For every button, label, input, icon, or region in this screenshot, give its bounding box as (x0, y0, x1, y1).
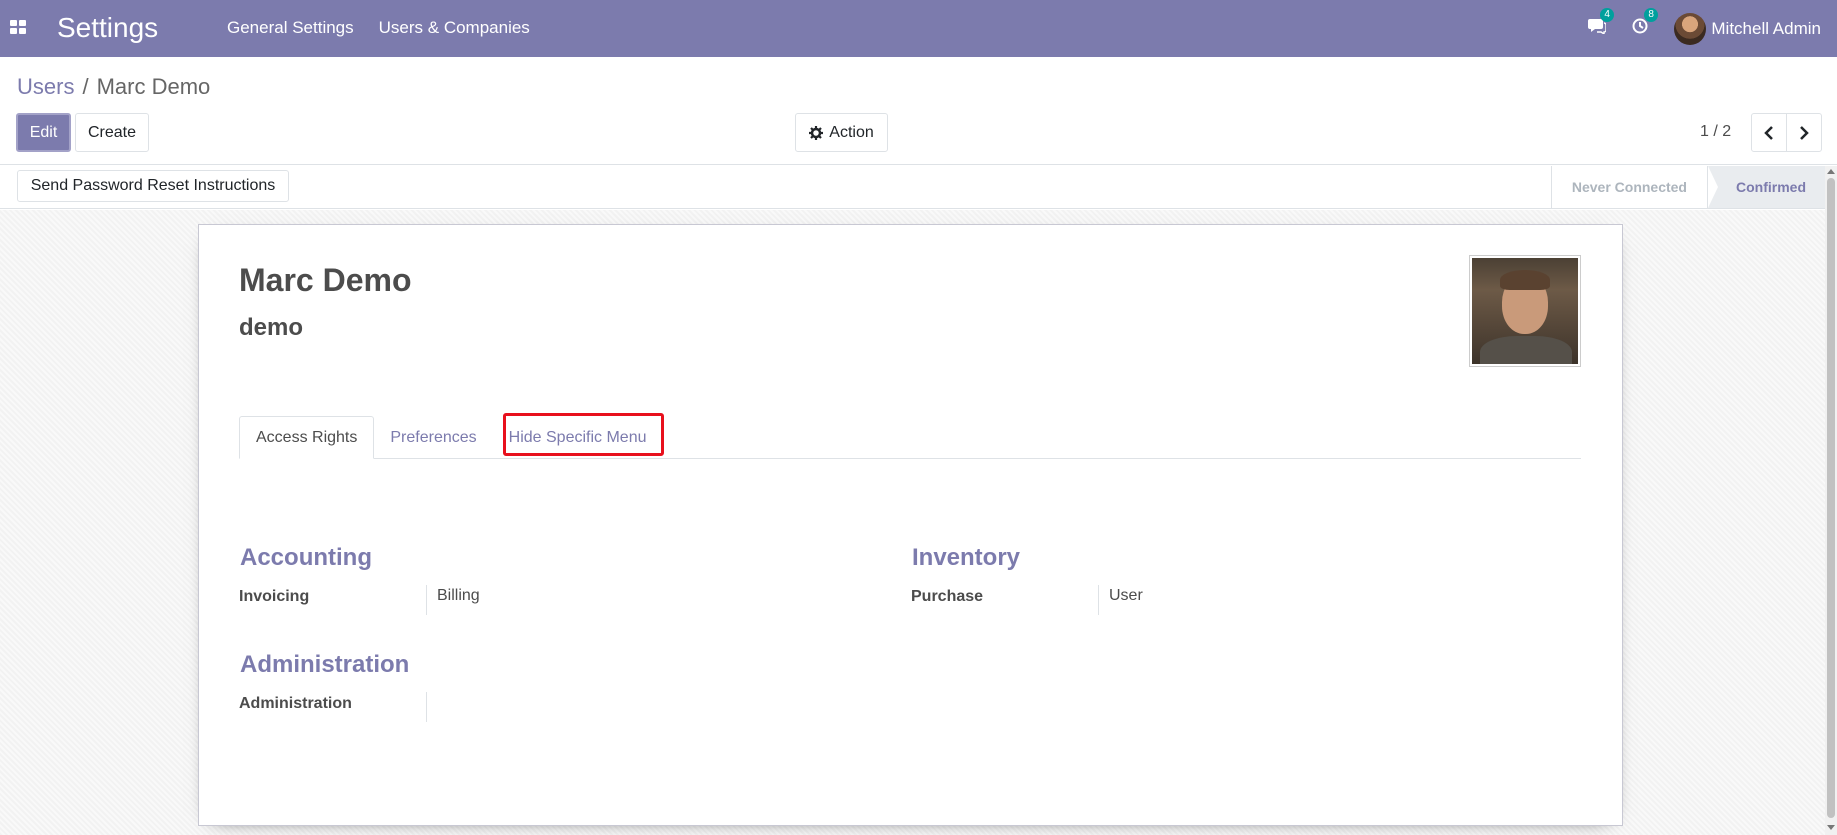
statusbar: Never Connected Confirmed (1550, 166, 1827, 208)
systray: 4 8 Mitchell Admin (1588, 0, 1821, 57)
main-menu: General Settings Users & Companies (227, 18, 530, 38)
field-label-administration: Administration (239, 695, 352, 712)
field-value-invoicing[interactable]: Billing (426, 585, 480, 615)
send-password-reset-button[interactable]: Send Password Reset Instructions (17, 170, 289, 202)
top-navbar: Settings General Settings Users & Compan… (0, 0, 1837, 57)
notebook-tabs: Access Rights Preferences Hide Specific … (239, 416, 1581, 459)
action-button[interactable]: Action (795, 113, 888, 152)
activities-count-badge: 8 (1644, 8, 1658, 22)
activity-menu[interactable]: 8 (1632, 8, 1658, 39)
user-name-field: Marc Demo (239, 262, 412, 298)
apps-grid-icon[interactable] (10, 20, 26, 34)
field-value-purchase[interactable]: User (1098, 585, 1143, 615)
user-name: Mitchell Admin (1711, 18, 1821, 38)
scroll-up-arrow-icon[interactable] (1827, 169, 1835, 174)
group-title-inventory: Inventory (912, 544, 1021, 571)
scroll-down-arrow-icon[interactable] (1827, 825, 1835, 830)
tab-hide-specific-menu[interactable]: Hide Specific Menu (493, 416, 663, 459)
user-menu[interactable]: Mitchell Admin (1674, 12, 1821, 45)
scrollbar-thumb[interactable] (1827, 178, 1835, 818)
field-label-purchase: Purchase (911, 588, 984, 605)
pager-value[interactable]: 1 / 2 (1700, 123, 1731, 141)
stage-never-connected[interactable]: Never Connected (1550, 166, 1707, 208)
control-panel: Users / Marc Demo Edit Create Action 1 /… (0, 57, 1837, 165)
breadcrumb-separator: / (82, 74, 89, 99)
chevron-left-icon (1764, 125, 1773, 140)
menu-users-companies[interactable]: Users & Companies (379, 18, 530, 38)
stage-confirmed[interactable]: Confirmed (1707, 166, 1827, 208)
menu-general-settings[interactable]: General Settings (227, 18, 354, 38)
user-login-field: demo (239, 314, 304, 341)
vertical-scrollbar[interactable] (1825, 166, 1837, 835)
pager-next-button[interactable] (1786, 113, 1822, 152)
pager-previous-button[interactable] (1751, 113, 1787, 152)
group-title-administration: Administration (240, 651, 410, 678)
breadcrumb: Users / Marc Demo (17, 74, 210, 100)
messaging-menu[interactable]: 4 (1588, 8, 1614, 39)
field-label-invoicing: Invoicing (239, 588, 310, 605)
breadcrumb-users[interactable]: Users (17, 74, 74, 100)
app-title[interactable]: Settings (57, 12, 158, 44)
create-button[interactable]: Create (75, 113, 149, 152)
field-value-administration[interactable] (426, 692, 437, 722)
tab-access-rights[interactable]: Access Rights (239, 416, 375, 459)
group-title-accounting: Accounting (240, 544, 372, 571)
action-label: Action (829, 123, 874, 141)
user-photo[interactable] (1469, 255, 1581, 367)
edit-button[interactable]: Edit (16, 113, 71, 152)
form-status-header: Send Password Reset Instructions Never C… (0, 166, 1837, 209)
gear-icon (809, 125, 824, 140)
breadcrumb-current: Marc Demo (96, 74, 211, 99)
user-avatar (1674, 12, 1707, 45)
chevron-right-icon (1800, 125, 1809, 140)
user-photo-image (1472, 258, 1578, 364)
messages-count-badge: 4 (1600, 8, 1614, 22)
tab-preferences[interactable]: Preferences (374, 416, 492, 459)
form-sheet: Marc Demo demo Access Rights Preferences… (198, 224, 1623, 826)
